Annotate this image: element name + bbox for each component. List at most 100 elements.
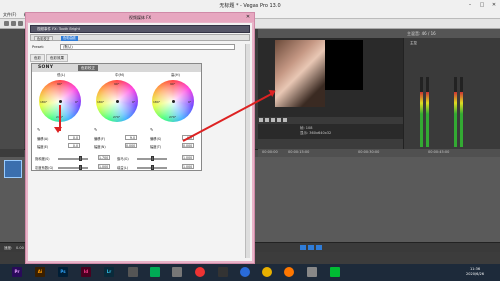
next-frame-icon[interactable] bbox=[283, 118, 287, 122]
gain-slider-thumb[interactable] bbox=[151, 165, 154, 170]
eyedropper-icon[interactable]: ✎ bbox=[150, 127, 153, 132]
color-corrector-header: SONY 色彩校正 bbox=[32, 64, 201, 72]
taskbar-illustrator-icon[interactable]: Ai bbox=[35, 267, 45, 277]
play-icon[interactable] bbox=[259, 118, 263, 122]
low-magnitude-field[interactable]: 0.0 bbox=[68, 143, 80, 148]
preset-dropdown[interactable]: (默认) bbox=[60, 44, 235, 50]
menu-file[interactable]: 文件(F) bbox=[0, 10, 19, 19]
mid-magnitude-field[interactable]: 0.000 bbox=[125, 143, 137, 148]
wheel-low-handle[interactable] bbox=[59, 100, 62, 103]
meter-left bbox=[420, 77, 423, 147]
deg-180: 180° bbox=[40, 100, 48, 104]
eyedropper-icon[interactable]: ✎ bbox=[37, 127, 40, 132]
preview-resolution-text: 显示: 360x640x32 bbox=[300, 131, 332, 135]
maximize-icon[interactable]: □ bbox=[476, 1, 488, 9]
high-magnitude-label: 幅度(T) bbox=[150, 145, 162, 149]
loop-icon[interactable] bbox=[271, 118, 275, 122]
taskbar-indesign-icon[interactable]: Id bbox=[81, 267, 91, 277]
deg-0: 0° bbox=[132, 100, 136, 104]
deg-0: 0° bbox=[188, 100, 192, 104]
edit-tool-icon[interactable] bbox=[300, 245, 306, 250]
tab-color[interactable]: 色彩 bbox=[30, 54, 45, 62]
new-icon[interactable] bbox=[4, 21, 9, 26]
select-tool-icon[interactable] bbox=[308, 245, 314, 250]
preset-row: Preset: (默认) bbox=[30, 43, 250, 51]
deg-270: 270° bbox=[113, 115, 121, 119]
taskbar-photoshop-icon[interactable]: Ps bbox=[58, 267, 68, 277]
prev-frame-icon[interactable] bbox=[277, 118, 281, 122]
left-dock bbox=[0, 29, 24, 149]
gray-slider-track[interactable] bbox=[58, 167, 88, 169]
wheel-mid-handle[interactable] bbox=[116, 100, 119, 103]
fx-chip-color-correct[interactable]: 色彩校正 bbox=[34, 36, 53, 41]
fx-chip-color-curves[interactable]: 色彩曲线 bbox=[61, 36, 78, 41]
low-offset-field[interactable]: 0.0 bbox=[68, 135, 80, 140]
deg-0: 0° bbox=[75, 100, 79, 104]
fx-window-titlebar[interactable]: 视频媒体 FX ✕ bbox=[26, 13, 254, 22]
gray-slider-thumb[interactable] bbox=[79, 165, 82, 170]
taskbar-app-icon[interactable] bbox=[150, 267, 160, 277]
meter-2-right bbox=[460, 77, 463, 147]
taskbar-app-icon[interactable] bbox=[218, 267, 228, 277]
eyedropper-icon[interactable]: ✎ bbox=[94, 127, 97, 132]
track-clip[interactable] bbox=[4, 160, 22, 178]
tab-color-effects[interactable]: 色彩效果 bbox=[46, 54, 68, 62]
saturation-slider-track[interactable] bbox=[58, 158, 88, 160]
ruler-tick: 00:00:00 bbox=[262, 150, 278, 154]
wheel-high-handle[interactable] bbox=[172, 100, 175, 103]
annotation-arrowhead-down bbox=[54, 127, 62, 133]
preview-video-frame bbox=[275, 40, 325, 107]
taskbar-browser-icon[interactable] bbox=[240, 267, 250, 277]
gamma-field[interactable]: 1.000 bbox=[182, 155, 194, 160]
saturation-field[interactable]: 1.700 bbox=[98, 155, 110, 160]
taskbar-lightroom-icon[interactable]: Lr bbox=[104, 267, 114, 277]
taskbar-chrome-icon[interactable] bbox=[262, 267, 272, 277]
fx-chain-bar: 视频事件 FX: Tooth Bright bbox=[30, 25, 250, 33]
taskbar-app-icon[interactable] bbox=[307, 267, 317, 277]
meter-2-left bbox=[454, 77, 457, 147]
fx-chain-chips: 色彩校正 色彩曲线 bbox=[30, 34, 250, 41]
saturation-label: 饱和度(S) bbox=[35, 157, 50, 161]
gain-field[interactable]: 1.000 bbox=[182, 164, 194, 169]
deg-270: 270° bbox=[169, 115, 177, 119]
wheel-high-label: 高(H) bbox=[171, 73, 180, 77]
window-title: 无标题 * - Vegas Pro 13.0 bbox=[219, 3, 281, 9]
timeline-ruler: 00:00:00 00:00:15:00 00:00:30:00 00:00:4… bbox=[258, 149, 500, 157]
gamma-slider-thumb[interactable] bbox=[151, 156, 154, 161]
mid-offset-field[interactable]: 9.0 bbox=[125, 135, 137, 140]
mid-offset-label: 偏移(F) bbox=[94, 137, 106, 141]
mid-magnitude-label: 幅度(N) bbox=[94, 145, 106, 149]
taskbar-app-icon[interactable] bbox=[195, 267, 205, 277]
minimize-icon[interactable]: – bbox=[464, 1, 476, 9]
saturation-slider-thumb[interactable] bbox=[79, 156, 82, 161]
fx-close-icon[interactable]: ✕ bbox=[244, 14, 252, 21]
high-magnitude-field[interactable]: 0.000 bbox=[182, 143, 194, 148]
taskbar-app-icon[interactable] bbox=[172, 267, 182, 277]
stop-icon[interactable] bbox=[265, 118, 269, 122]
ruler-tick: 00:00:30:00 bbox=[358, 150, 380, 154]
low-offset-label: 偏移(A) bbox=[37, 137, 49, 141]
open-icon[interactable] bbox=[11, 21, 16, 26]
ruler-tick: 00:00:45:00 bbox=[428, 150, 450, 154]
app-titlebar: 无标题 * - Vegas Pro 13.0 – □ ✕ bbox=[0, 0, 500, 10]
meter-right bbox=[426, 77, 429, 147]
preview-toolbar bbox=[258, 29, 403, 38]
close-icon[interactable]: ✕ bbox=[488, 1, 500, 9]
speed-value: 0.00 bbox=[16, 246, 24, 250]
save-icon[interactable] bbox=[18, 21, 23, 26]
taskbar-premiere-icon[interactable]: Pr bbox=[12, 267, 22, 277]
taskbar-app-icon[interactable] bbox=[284, 267, 294, 277]
high-offset-label: 偏移(S) bbox=[150, 137, 162, 141]
taskbar-vegas-icon[interactable] bbox=[128, 267, 138, 277]
fx-scrollbar[interactable] bbox=[245, 44, 250, 258]
zoom-tool-icon[interactable] bbox=[316, 245, 322, 250]
gain-label: 增益(L) bbox=[117, 166, 129, 170]
taskbar-clock: 11:36 2020/6/26 bbox=[455, 267, 495, 277]
ruler-tick: 00:00:15:00 bbox=[288, 150, 310, 154]
low-magnitude-label: 幅度(E) bbox=[37, 145, 49, 149]
gray-field[interactable]: 1.000 bbox=[98, 164, 110, 169]
preview-info: 帧: 108 显示: 360x640x32 bbox=[300, 126, 331, 136]
taskbar-wechat-icon[interactable] bbox=[330, 267, 340, 277]
preset-label: Preset: bbox=[32, 45, 45, 49]
transport-bar bbox=[258, 117, 403, 124]
